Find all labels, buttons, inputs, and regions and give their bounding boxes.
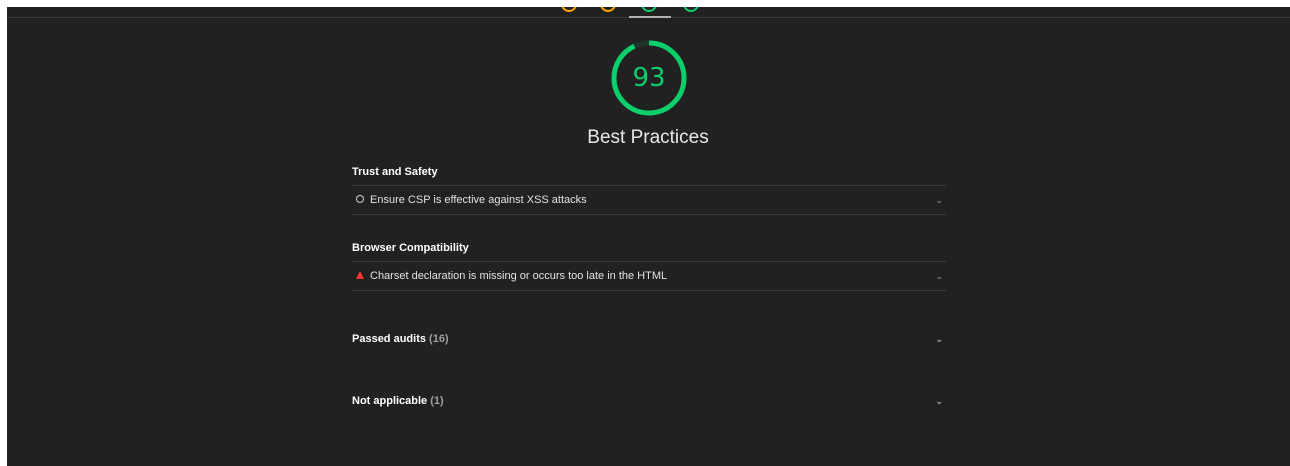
seo-gauge[interactable] [683, 7, 699, 12]
score-gauge-strip [7, 7, 1290, 18]
passed-audits-label: Passed audits [352, 333, 426, 345]
audit-row-charset[interactable]: Charset declaration is missing or occurs… [352, 262, 946, 291]
best-practices-score-gauge: 93 [610, 39, 688, 117]
passed-audits-toggle[interactable]: Passed audits (16) ⌄ [352, 329, 946, 349]
audit-group-trust-and-safety: Trust and Safety Ensure CSP is effective… [352, 164, 946, 215]
audit-label: Charset declaration is missing or occurs… [370, 270, 668, 282]
passed-audits-count: (16) [429, 333, 449, 345]
chevron-down-icon[interactable]: ⌄ [935, 186, 943, 214]
not-applicable-count: (1) [430, 395, 444, 407]
accessibility-gauge[interactable] [600, 7, 616, 12]
category-title: Best Practices [587, 127, 709, 148]
fail-triangle-icon [355, 262, 365, 290]
audit-groups: Trust and Safety Ensure CSP is effective… [352, 164, 946, 411]
audit-row-csp-xss[interactable]: Ensure CSP is effective against XSS atta… [352, 186, 946, 215]
not-applicable-toggle[interactable]: Not applicable (1) ⌄ [352, 391, 946, 411]
group-title: Browser Compatibility [352, 240, 946, 262]
chevron-down-icon[interactable]: ⌄ [935, 329, 943, 349]
not-applicable-label: Not applicable [352, 395, 428, 407]
chevron-down-icon[interactable]: ⌄ [935, 391, 943, 411]
active-gauge-indicator [629, 16, 671, 18]
audit-group-browser-compatibility: Browser Compatibility Charset declaratio… [352, 240, 946, 291]
score-value: 93 [632, 63, 666, 93]
info-circle-icon [355, 186, 365, 214]
performance-gauge[interactable] [561, 7, 577, 12]
report-panel: 93 Best Practices Trust and Safety Ensur… [7, 7, 1290, 466]
best-practices-gauge[interactable] [641, 7, 657, 12]
audit-label: Ensure CSP is effective against XSS atta… [370, 194, 587, 206]
group-title: Trust and Safety [352, 164, 946, 186]
chevron-down-icon[interactable]: ⌄ [935, 262, 943, 290]
